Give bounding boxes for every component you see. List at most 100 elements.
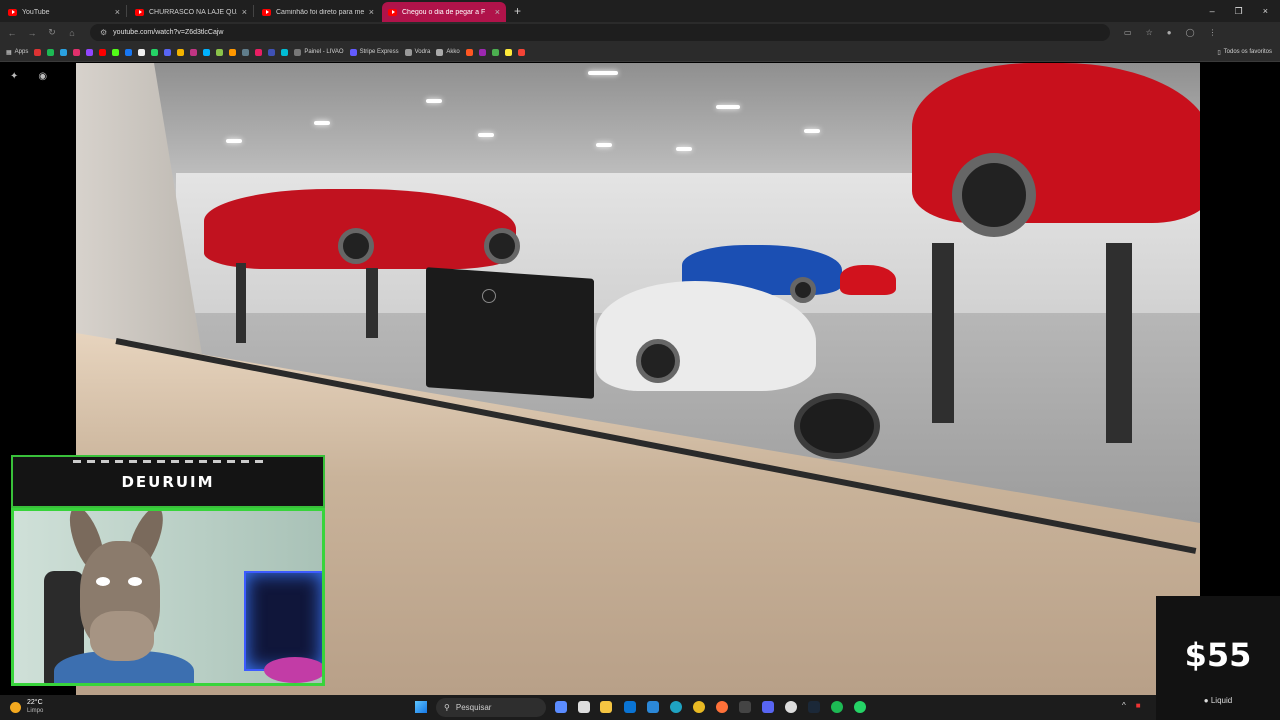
- ceiling-light: [676, 147, 692, 151]
- edge-icon[interactable]: [670, 701, 682, 713]
- tab-label: Chegou o dia de pegar a F: [402, 8, 486, 16]
- profile-icon[interactable]: ◯: [1186, 28, 1195, 37]
- close-icon[interactable]: ×: [495, 7, 500, 17]
- bookmark-icon[interactable]: [190, 48, 198, 56]
- bookmark-icon[interactable]: [99, 48, 107, 56]
- bookmark-painel[interactable]: Painel - LIVAO: [294, 48, 344, 56]
- bookmark-icon[interactable]: [281, 48, 289, 56]
- tab-active-video[interactable]: Chegou o dia de pegar a F ×: [382, 2, 506, 22]
- outlook-icon[interactable]: [624, 701, 636, 713]
- extension-icon[interactable]: ●: [1167, 28, 1172, 37]
- bookmark-icon[interactable]: [203, 48, 211, 56]
- address-bar[interactable]: ⚙ youtube.com/watch?v=Z6d3tlcCajw: [90, 24, 1110, 41]
- close-icon[interactable]: ×: [115, 7, 120, 17]
- ceiling-light: [426, 99, 442, 103]
- tab-caminhao[interactable]: Caminhão foi direto para mecâ ×: [256, 2, 380, 22]
- steam-icon[interactable]: [808, 701, 820, 713]
- obs-icon[interactable]: [785, 701, 797, 713]
- tab-separator: [253, 5, 254, 17]
- spare-tire: [794, 393, 880, 459]
- chevron-up-icon[interactable]: ^: [1122, 701, 1126, 710]
- taskbar-search[interactable]: ⚲ Pesquisar: [436, 698, 546, 717]
- back-icon[interactable]: ←: [4, 28, 20, 38]
- ceiling-light: [596, 143, 612, 147]
- bookmark-icon[interactable]: [112, 48, 120, 56]
- tab-churrasco[interactable]: CHURRASCO NA LAJE QUASE ×: [129, 2, 253, 22]
- close-window-button[interactable]: ×: [1263, 6, 1268, 16]
- bookmark-icon: [436, 48, 444, 56]
- bookmark-icon[interactable]: [242, 48, 250, 56]
- tray-app-icon[interactable]: ■: [1136, 701, 1141, 710]
- bookmark-icon[interactable]: [164, 48, 172, 56]
- streamer-name: DEURUIM: [121, 473, 215, 491]
- forward-icon[interactable]: →: [24, 28, 40, 38]
- bookmark-akko[interactable]: Akko: [436, 48, 460, 56]
- bookmark-icon[interactable]: [177, 48, 185, 56]
- site-info-icon[interactable]: ⚙: [100, 28, 107, 37]
- windows-taskbar: 22°C Limpo ⚲ Pesquisar ^ ■: [0, 695, 1156, 720]
- windows-start-icon[interactable]: [415, 701, 427, 713]
- bookmark-icon[interactable]: [229, 48, 237, 56]
- store-icon[interactable]: [647, 701, 659, 713]
- tab-youtube[interactable]: YouTube ×: [2, 2, 126, 22]
- weather-condition: Limpo: [27, 708, 44, 714]
- terminal-icon[interactable]: [739, 701, 751, 713]
- install-icon[interactable]: ▭: [1124, 28, 1132, 37]
- bookmark-icon[interactable]: [60, 48, 68, 56]
- bookmarks-bar: ▦ Apps Painel - LIVAO Stripe Express Vod…: [0, 43, 1280, 62]
- banner-stripe: [73, 460, 263, 463]
- bookmark-icon[interactable]: [216, 48, 224, 56]
- bookmark-stripe[interactable]: Stripe Express: [349, 48, 399, 56]
- tab-separator: [126, 5, 127, 17]
- bookmark-icon[interactable]: [268, 48, 276, 56]
- copilot-icon[interactable]: [555, 701, 567, 713]
- bookmark-icon[interactable]: [34, 48, 42, 56]
- bookmark-icon[interactable]: [478, 48, 486, 56]
- donkey-muzzle: [90, 611, 154, 661]
- bookmark-icon: [294, 48, 302, 56]
- new-tab-button[interactable]: +: [514, 4, 521, 18]
- spotify-icon[interactable]: [831, 701, 843, 713]
- donkey-eye: [128, 577, 142, 586]
- bookmark-icon[interactable]: [138, 48, 146, 56]
- file-explorer-icon[interactable]: [600, 701, 612, 713]
- bookmark-icon[interactable]: [151, 48, 159, 56]
- close-icon[interactable]: ×: [369, 7, 374, 17]
- bookmark-icon[interactable]: [465, 48, 473, 56]
- bookmark-icon[interactable]: [47, 48, 55, 56]
- maximize-button[interactable]: ❐: [1235, 6, 1243, 17]
- camera-icon[interactable]: ◉: [38, 71, 47, 82]
- discord-icon[interactable]: [762, 701, 774, 713]
- bookmark-icon[interactable]: [255, 48, 263, 56]
- bookmark-vodra[interactable]: Vodra: [404, 48, 430, 56]
- dell-monitor: [426, 267, 594, 399]
- ceiling-light: [804, 129, 820, 133]
- menu-icon[interactable]: ⋮: [1209, 28, 1217, 37]
- magic-wand-icon[interactable]: ✦: [10, 71, 18, 82]
- firefox-icon[interactable]: [716, 701, 728, 713]
- donation-alert: $55 ● Liquid: [1156, 596, 1280, 720]
- bookmark-icon[interactable]: [86, 48, 94, 56]
- home-icon[interactable]: ⌂: [64, 28, 80, 38]
- car-wheel: [484, 228, 520, 264]
- chrome-icon[interactable]: [693, 701, 705, 713]
- streamer-name-banner: DEURUIM: [11, 455, 325, 508]
- url-text: youtube.com/watch?v=Z6d3tlcCajw: [113, 29, 224, 36]
- bookmark-apps[interactable]: ▦ Apps: [6, 49, 28, 56]
- bookmark-icon[interactable]: [517, 48, 525, 56]
- weather-widget[interactable]: 22°C Limpo: [10, 699, 43, 715]
- close-icon[interactable]: ×: [242, 7, 247, 17]
- bookmark-icon[interactable]: [491, 48, 499, 56]
- bookmark-icon[interactable]: [73, 48, 81, 56]
- star-icon[interactable]: ☆: [1146, 28, 1153, 37]
- task-view-icon[interactable]: [578, 701, 590, 713]
- reload-icon[interactable]: ↻: [44, 27, 60, 38]
- whatsapp-icon[interactable]: [854, 701, 866, 713]
- bookmark-icon[interactable]: [125, 48, 133, 56]
- donation-amount: $55: [1184, 636, 1252, 674]
- bookmark-all-favorites[interactable]: ▯ Todos os favoritos: [1217, 49, 1272, 56]
- bookmark-icon[interactable]: [504, 48, 512, 56]
- minimize-button[interactable]: –: [1210, 6, 1215, 16]
- webcam-feed: [11, 508, 325, 686]
- car-wheel: [338, 228, 374, 264]
